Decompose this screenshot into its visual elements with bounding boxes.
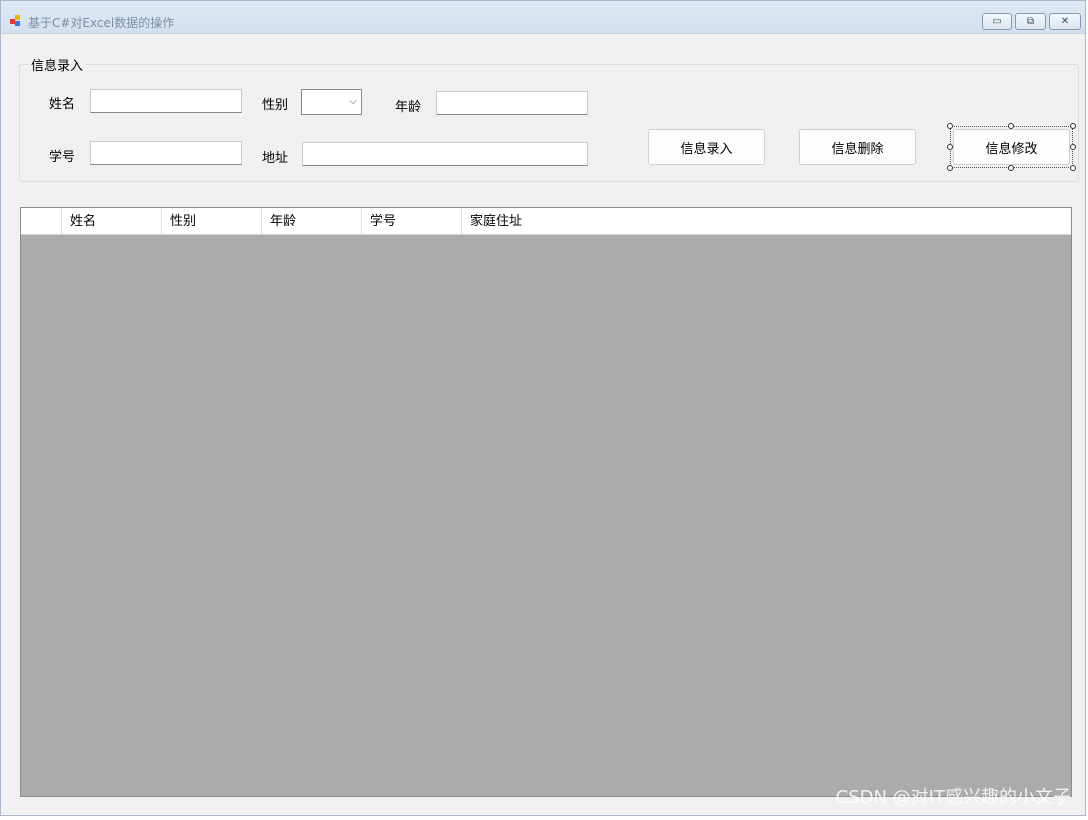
delete-info-button[interactable]: 信息删除: [799, 129, 916, 165]
data-grid[interactable]: 姓名 性别 年龄 学号 家庭住址: [20, 207, 1072, 797]
name-input[interactable]: [90, 89, 242, 113]
chevron-down-icon: ⌵: [349, 96, 357, 107]
resize-handle[interactable]: [947, 123, 953, 129]
gender-label: 性别: [262, 98, 289, 113]
name-label: 姓名: [49, 97, 76, 112]
address-label: 地址: [262, 151, 289, 166]
window-title: 基于C#对Excel数据的操作: [28, 16, 175, 30]
column-header-gender[interactable]: 性别: [162, 208, 262, 234]
resize-handle[interactable]: [947, 144, 953, 150]
title-bar[interactable]: 基于C#对Excel数据的操作 ▭ ⧉ ✕: [1, 1, 1085, 34]
close-button[interactable]: ✕: [1049, 13, 1081, 30]
app-icon: [10, 15, 22, 27]
minimize-button[interactable]: ▭: [982, 13, 1012, 30]
form-client-area: 信息录入 姓名 性别 ⌵ 年龄 学号 地址 信息录入 信息删除 信息修改 姓名: [1, 34, 1085, 815]
resize-handle[interactable]: [947, 165, 953, 171]
gender-select[interactable]: ⌵: [301, 89, 362, 115]
minimize-icon: ▭: [992, 16, 1002, 27]
student-id-label: 学号: [49, 150, 76, 165]
restore-icon: ⧉: [1026, 16, 1035, 27]
row-header-corner[interactable]: [21, 208, 62, 234]
resize-handle[interactable]: [1070, 165, 1076, 171]
column-header-name[interactable]: 姓名: [62, 208, 162, 234]
address-input[interactable]: [302, 142, 588, 166]
resize-handle[interactable]: [1070, 144, 1076, 150]
resize-handle[interactable]: [1008, 165, 1014, 171]
grid-header: 姓名 性别 年龄 学号 家庭住址: [21, 208, 1071, 235]
column-header-address[interactable]: 家庭住址: [462, 208, 1071, 234]
add-info-button[interactable]: 信息录入: [648, 129, 765, 165]
watermark: CSDN @对IT感兴趣的小文子: [835, 787, 1071, 808]
delete-info-button-label: 信息删除: [831, 141, 884, 157]
add-info-button-label: 信息录入: [680, 141, 733, 157]
column-header-age[interactable]: 年龄: [262, 208, 362, 234]
resize-handle[interactable]: [1070, 123, 1076, 129]
app-window: 基于C#对Excel数据的操作 ▭ ⧉ ✕ 信息录入 姓名 性别 ⌵ 年龄 学号…: [0, 0, 1086, 816]
restore-button[interactable]: ⧉: [1015, 13, 1046, 30]
student-id-input[interactable]: [90, 141, 242, 165]
designer-selection-frame: [950, 126, 1073, 168]
resize-handle[interactable]: [1008, 123, 1014, 129]
groupbox-title: 信息录入: [28, 55, 87, 74]
age-label: 年龄: [395, 100, 422, 115]
column-header-student-id[interactable]: 学号: [362, 208, 462, 234]
age-input[interactable]: [436, 91, 588, 115]
close-icon: ✕: [1060, 16, 1070, 27]
